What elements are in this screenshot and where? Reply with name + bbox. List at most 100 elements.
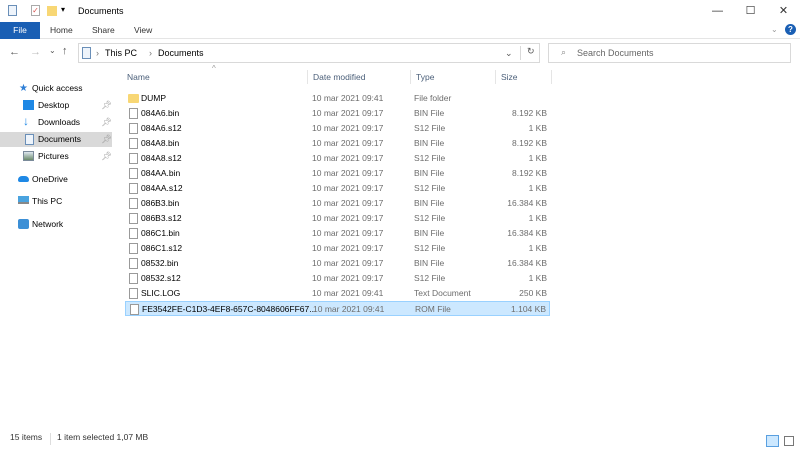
column-size[interactable]: Size — [496, 70, 552, 84]
file-icon — [129, 288, 138, 299]
tab-home[interactable]: Home — [42, 22, 81, 39]
column-type[interactable]: Type — [411, 70, 496, 84]
file-row[interactable]: 08532.bin 10 mar 2021 09:17 BIN File 16.384… — [125, 256, 550, 271]
sidebar-item-pictures[interactable]: Pictures 📌︎ — [0, 149, 112, 164]
file-icon — [129, 258, 138, 269]
file-name: SLIC.LOG — [141, 288, 181, 298]
new-folder-icon[interactable] — [47, 6, 57, 16]
column-name[interactable]: Name — [122, 70, 308, 84]
file-type: BIN File — [414, 138, 445, 148]
file-row[interactable]: FE3542FE-C1D3-4EF8-657C-8048606FF67... 10… — [125, 301, 550, 316]
sidebar-item-label: This PC — [32, 196, 63, 206]
sidebar-item-downloads[interactable]: ↓ Downloads 📌︎ — [0, 114, 112, 130]
file-icon — [129, 273, 138, 284]
file-name: 084AA.bin — [141, 168, 181, 178]
refresh-button[interactable]: ↻ — [520, 46, 535, 60]
file-size: 1 KB — [528, 183, 547, 193]
properties-icon[interactable] — [8, 5, 17, 16]
file-date: 10 mar 2021 09:17 — [312, 138, 384, 148]
file-type: S12 File — [414, 243, 446, 253]
tab-file[interactable]: File — [0, 22, 40, 39]
item-count: 15 items — [10, 432, 43, 442]
file-row[interactable]: 086B3.s12 10 mar 2021 09:17 S12 File 1 KB — [125, 211, 550, 226]
file-size: 1 KB — [528, 153, 547, 163]
crumb-this-pc[interactable]: This PC — [105, 48, 137, 58]
up-button[interactable]: ↑ — [62, 45, 68, 57]
file-row[interactable]: 084AA.s12 10 mar 2021 09:17 S12 File 1 KB — [125, 181, 550, 196]
file-icon — [129, 198, 138, 209]
sidebar-item-quick-access[interactable]: ★ Quick access — [0, 81, 112, 96]
customize-toolbar-icon[interactable]: ▾ — [61, 5, 65, 14]
file-size: 250 KB — [519, 288, 547, 298]
pin-icon[interactable]: 📌︎ — [101, 149, 112, 164]
file-date: 10 mar 2021 09:17 — [312, 258, 384, 268]
column-date-modified[interactable]: Date modified — [308, 70, 411, 84]
pictures-icon — [23, 151, 34, 161]
file-date: 10 mar 2021 09:17 — [312, 153, 384, 163]
tab-view[interactable]: View — [126, 22, 160, 39]
file-size: 8.192 KB — [512, 138, 547, 148]
sidebar-item-label: Downloads — [38, 117, 81, 127]
minimize-button[interactable]: — — [701, 0, 734, 22]
pin-icon[interactable]: 📌︎ — [101, 98, 112, 113]
file-type: S12 File — [414, 123, 446, 133]
chevron-right-icon: › — [149, 48, 152, 58]
file-row[interactable]: SLIC.LOG 10 mar 2021 09:41 Text Document 25… — [125, 286, 550, 301]
search-input[interactable]: Search Documents — [577, 48, 654, 58]
sidebar-item-onedrive[interactable]: OneDrive — [0, 172, 112, 187]
address-dropdown-icon[interactable]: ⌄ — [505, 48, 513, 59]
download-icon: ↓ — [23, 114, 29, 128]
file-row[interactable]: 086B3.bin 10 mar 2021 09:17 BIN File 16.384… — [125, 196, 550, 211]
crumb-documents[interactable]: Documents — [158, 48, 204, 58]
sidebar-item-documents[interactable]: Documents 📌︎ — [0, 132, 112, 147]
sidebar-item-this-pc[interactable]: This PC — [0, 194, 112, 209]
file-name: 084A6.bin — [141, 108, 180, 118]
file-date: 10 mar 2021 09:17 — [312, 198, 384, 208]
file-type: File folder — [414, 93, 452, 103]
expand-ribbon-icon[interactable]: ⌄ — [771, 25, 778, 34]
file-type: BIN File — [414, 108, 445, 118]
checkmark-doc-icon[interactable]: ✓ — [31, 5, 40, 16]
pin-icon[interactable]: 📌︎ — [101, 115, 112, 130]
computer-icon — [18, 196, 29, 204]
help-icon[interactable]: ? — [785, 24, 796, 35]
file-row[interactable]: 084AA.bin 10 mar 2021 09:17 BIN File 8.192 … — [125, 166, 550, 181]
large-icons-view-button[interactable] — [784, 436, 794, 446]
ribbon: File Home Share View ⌄ ? — [0, 22, 800, 39]
file-type: BIN File — [414, 168, 445, 178]
file-row[interactable]: 084A6.bin 10 mar 2021 09:17 BIN File 8.192 … — [125, 106, 550, 121]
file-row[interactable]: 084A8.bin 10 mar 2021 09:17 BIN File 8.192 … — [125, 136, 550, 151]
file-type: ROM File — [415, 304, 451, 314]
file-row[interactable]: 086C1.bin 10 mar 2021 09:17 BIN File 16.384… — [125, 226, 550, 241]
file-name: DUMP — [141, 93, 167, 103]
back-button[interactable]: ← — [9, 46, 20, 58]
file-row[interactable]: 084A6.s12 10 mar 2021 09:17 S12 File 1 KB — [125, 121, 550, 136]
sidebar-item-label: Desktop — [38, 100, 70, 110]
file-row[interactable]: DUMP 10 mar 2021 09:41 File folder — [125, 91, 550, 106]
file-name: 084A6.s12 — [141, 123, 182, 133]
address-bar[interactable]: › This PC › Documents › ⌄ ↻ — [78, 43, 540, 63]
forward-button[interactable]: → — [30, 46, 41, 58]
sidebar-item-network[interactable]: Network — [0, 217, 112, 232]
selection-info: 1 item selected 1,07 MB — [57, 432, 149, 442]
file-date: 10 mar 2021 09:41 — [312, 288, 384, 298]
tab-share[interactable]: Share — [84, 22, 123, 39]
file-icon — [129, 138, 138, 149]
documents-icon — [25, 134, 34, 145]
recent-locations-icon[interactable]: ⌄ — [49, 46, 56, 55]
pin-icon[interactable]: 📌︎ — [101, 132, 112, 147]
sidebar-item-desktop[interactable]: Desktop 📌︎ — [0, 98, 112, 113]
close-button[interactable]: ✕ — [767, 0, 800, 22]
details-view-button[interactable] — [766, 435, 779, 447]
sidebar-item-label: Quick access — [32, 83, 83, 93]
file-name: 084A8.s12 — [141, 153, 182, 163]
this-pc-icon — [82, 47, 91, 59]
file-date: 10 mar 2021 09:17 — [312, 213, 384, 223]
maximize-button[interactable]: ☐ — [734, 0, 767, 22]
folder-icon — [128, 94, 139, 103]
star-icon: ★ — [19, 83, 28, 94]
search-box[interactable]: ⌕ Search Documents — [548, 43, 791, 63]
file-row[interactable]: 086C1.s12 10 mar 2021 09:17 S12 File 1 KB — [125, 241, 550, 256]
file-row[interactable]: 08532.s12 10 mar 2021 09:17 S12 File 1 KB — [125, 271, 550, 286]
file-row[interactable]: 084A8.s12 10 mar 2021 09:17 S12 File 1 KB — [125, 151, 550, 166]
